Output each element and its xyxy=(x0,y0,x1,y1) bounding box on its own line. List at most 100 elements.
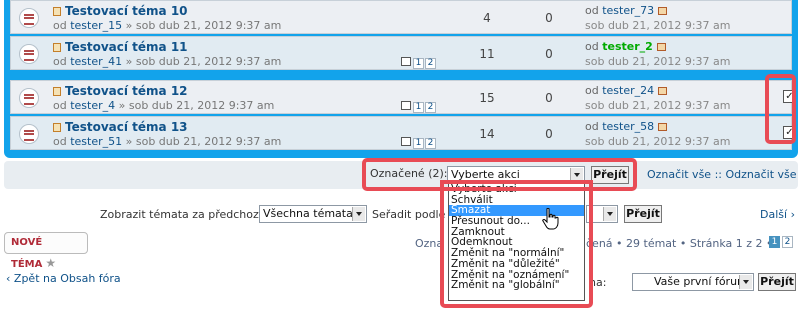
pages-icon xyxy=(401,57,411,66)
last-post-date: sob dub 21, 2012 9:37 am xyxy=(585,135,731,148)
page-link[interactable]: 2 xyxy=(425,102,436,113)
topic-marker-icon xyxy=(53,7,61,16)
last-post: od tester_2 xyxy=(585,40,666,53)
view-count: 0 xyxy=(545,11,553,25)
topic-title[interactable]: Testovací téma 10 xyxy=(65,4,188,18)
topic-author[interactable]: tester_15 xyxy=(70,19,122,32)
topic-date: » sob dub 21, 2012 9:37 am xyxy=(125,55,282,68)
view-latest-post-icon[interactable] xyxy=(656,43,666,51)
topic-marker-icon xyxy=(53,123,61,132)
show-topics-select[interactable]: Všechna témata xyxy=(259,205,367,223)
link-separator: :: xyxy=(714,168,722,181)
back-to-index-link[interactable]: ‹ Zpět na Obsah fóra xyxy=(6,272,121,285)
topic-meta: od tester_51 » sob dub 21, 2012 9:37 am xyxy=(53,135,281,148)
topic-title-link[interactable]: Testovací téma 12 xyxy=(53,84,188,98)
topic-author[interactable]: tester_4 xyxy=(70,99,115,112)
page-link[interactable]: 2 xyxy=(425,58,436,69)
reply-count: 4 xyxy=(483,11,491,25)
topic-status-icon xyxy=(19,124,39,144)
reply-count: 15 xyxy=(479,91,495,105)
topic-pagination: 12 xyxy=(401,99,437,113)
topic-author[interactable]: tester_41 xyxy=(70,55,122,68)
topic-status-icon xyxy=(19,8,39,28)
by-label: od xyxy=(53,135,67,148)
reply-count: 11 xyxy=(479,47,495,61)
mark-all-link[interactable]: Označit vše xyxy=(647,168,711,181)
topic-status-icon xyxy=(19,88,39,108)
topic-author[interactable]: tester_51 xyxy=(70,135,122,148)
show-topics-label: Zobrazit témata za předchozí: xyxy=(100,208,266,221)
view-latest-post-icon[interactable] xyxy=(658,87,668,95)
view-latest-post-icon[interactable] xyxy=(658,123,668,131)
topic-list-container: Testovací téma 10 od tester_15 » sob dub… xyxy=(4,0,798,158)
page-link[interactable]: 2 xyxy=(425,138,436,149)
last-post: od tester_24 xyxy=(585,84,668,97)
star-icon: ★ xyxy=(45,256,57,270)
topic-title-link[interactable]: Testovací téma 10 xyxy=(53,4,188,18)
back-label: Zpět na Obsah fóra xyxy=(13,272,121,285)
topic-stats-right: čená • 29 témat • Stránka 1 z 2 • xyxy=(586,237,773,250)
new-topic-button[interactable]: NOVÉ TÉMA ★ xyxy=(4,232,88,270)
topic-meta: od tester_4 » sob dub 21, 2012 9:37 am xyxy=(53,99,274,112)
topic-marker-icon xyxy=(53,43,61,52)
topic-title[interactable]: Testovací téma 11 xyxy=(65,40,188,54)
topic-pagination: 12 xyxy=(401,135,437,149)
next-page-link[interactable]: Další › xyxy=(760,208,795,221)
filter-go-button[interactable]: Přejít xyxy=(624,205,662,223)
jump-to-forum-value: Vaše první fórum xyxy=(654,275,748,288)
mark-links: Označit vše :: Odznačit vše xyxy=(647,168,797,181)
topic-title[interactable]: Testovací téma 13 xyxy=(65,120,188,134)
topic-status-icon xyxy=(19,44,39,64)
last-post-date: sob dub 21, 2012 9:37 am xyxy=(585,55,731,68)
chevron-down-icon xyxy=(739,275,752,289)
topic-pagination: 12 xyxy=(401,55,437,69)
last-post-author[interactable]: tester_24 xyxy=(602,84,654,97)
by-label: od xyxy=(585,40,599,53)
chevron-left-icon: ‹ xyxy=(6,272,11,285)
last-post: od tester_58 xyxy=(585,120,668,133)
topic-date: » sob dub 21, 2012 9:37 am xyxy=(118,99,275,112)
topic-row: Testovací téma 13 od tester_51 » sob dub… xyxy=(10,116,796,150)
page-link[interactable]: 1 xyxy=(413,58,424,69)
last-post: od tester_73 xyxy=(585,4,668,17)
last-post-date: sob dub 21, 2012 9:37 am xyxy=(585,99,731,112)
chevron-down-icon xyxy=(603,207,616,221)
topic-title[interactable]: Testovací téma 12 xyxy=(65,84,188,98)
topic-row: Testovací téma 11 od tester_41 » sob dub… xyxy=(10,36,792,70)
next-label: Další xyxy=(760,208,788,221)
last-post-author[interactable]: tester_2 xyxy=(602,40,653,53)
last-post-author[interactable]: tester_73 xyxy=(602,4,654,17)
by-label: od xyxy=(53,55,67,68)
by-label: od xyxy=(53,19,67,32)
topic-row: Testovací téma 12 od tester_4 » sob dub … xyxy=(10,80,796,114)
by-label: od xyxy=(585,84,599,97)
sort-by-label: Seřadit podle xyxy=(372,208,446,221)
page-link[interactable]: 1 xyxy=(413,138,424,149)
by-label: od xyxy=(585,4,599,17)
view-count: 0 xyxy=(545,47,553,61)
jump-to-forum-select[interactable]: Vaše první fórum xyxy=(632,273,754,291)
topic-date: » sob dub 21, 2012 9:37 am xyxy=(125,19,282,32)
unmark-all-link[interactable]: Odznačit vše xyxy=(726,168,797,181)
view-count: 0 xyxy=(545,91,553,105)
topic-marker-icon xyxy=(53,87,61,96)
checkbox-highlight xyxy=(765,74,796,144)
last-post-author[interactable]: tester_58 xyxy=(602,120,654,133)
view-latest-post-icon[interactable] xyxy=(658,7,668,15)
last-post-date: sob dub 21, 2012 9:37 am xyxy=(585,19,731,32)
reply-count: 14 xyxy=(479,127,495,141)
chevron-down-icon xyxy=(352,207,365,221)
topic-stats-left: Ozna xyxy=(415,237,444,250)
dropdown-highlight xyxy=(440,180,593,308)
chevron-right-icon: › xyxy=(790,208,795,221)
show-topics-value: Všechna témata xyxy=(263,207,353,220)
current-page: 1 xyxy=(769,236,780,248)
jump-go-button[interactable]: Přejít xyxy=(758,273,796,291)
new-topic-label: NOVÉ TÉMA xyxy=(11,237,43,270)
topic-title-link[interactable]: Testovací téma 13 xyxy=(53,120,188,134)
topic-meta: od tester_15 » sob dub 21, 2012 9:37 am xyxy=(53,19,281,32)
topic-title-link[interactable]: Testovací téma 11 xyxy=(53,40,188,54)
page-link[interactable]: 2 xyxy=(782,236,793,248)
page-link[interactable]: 1 xyxy=(413,102,424,113)
pages-icon xyxy=(401,137,411,146)
